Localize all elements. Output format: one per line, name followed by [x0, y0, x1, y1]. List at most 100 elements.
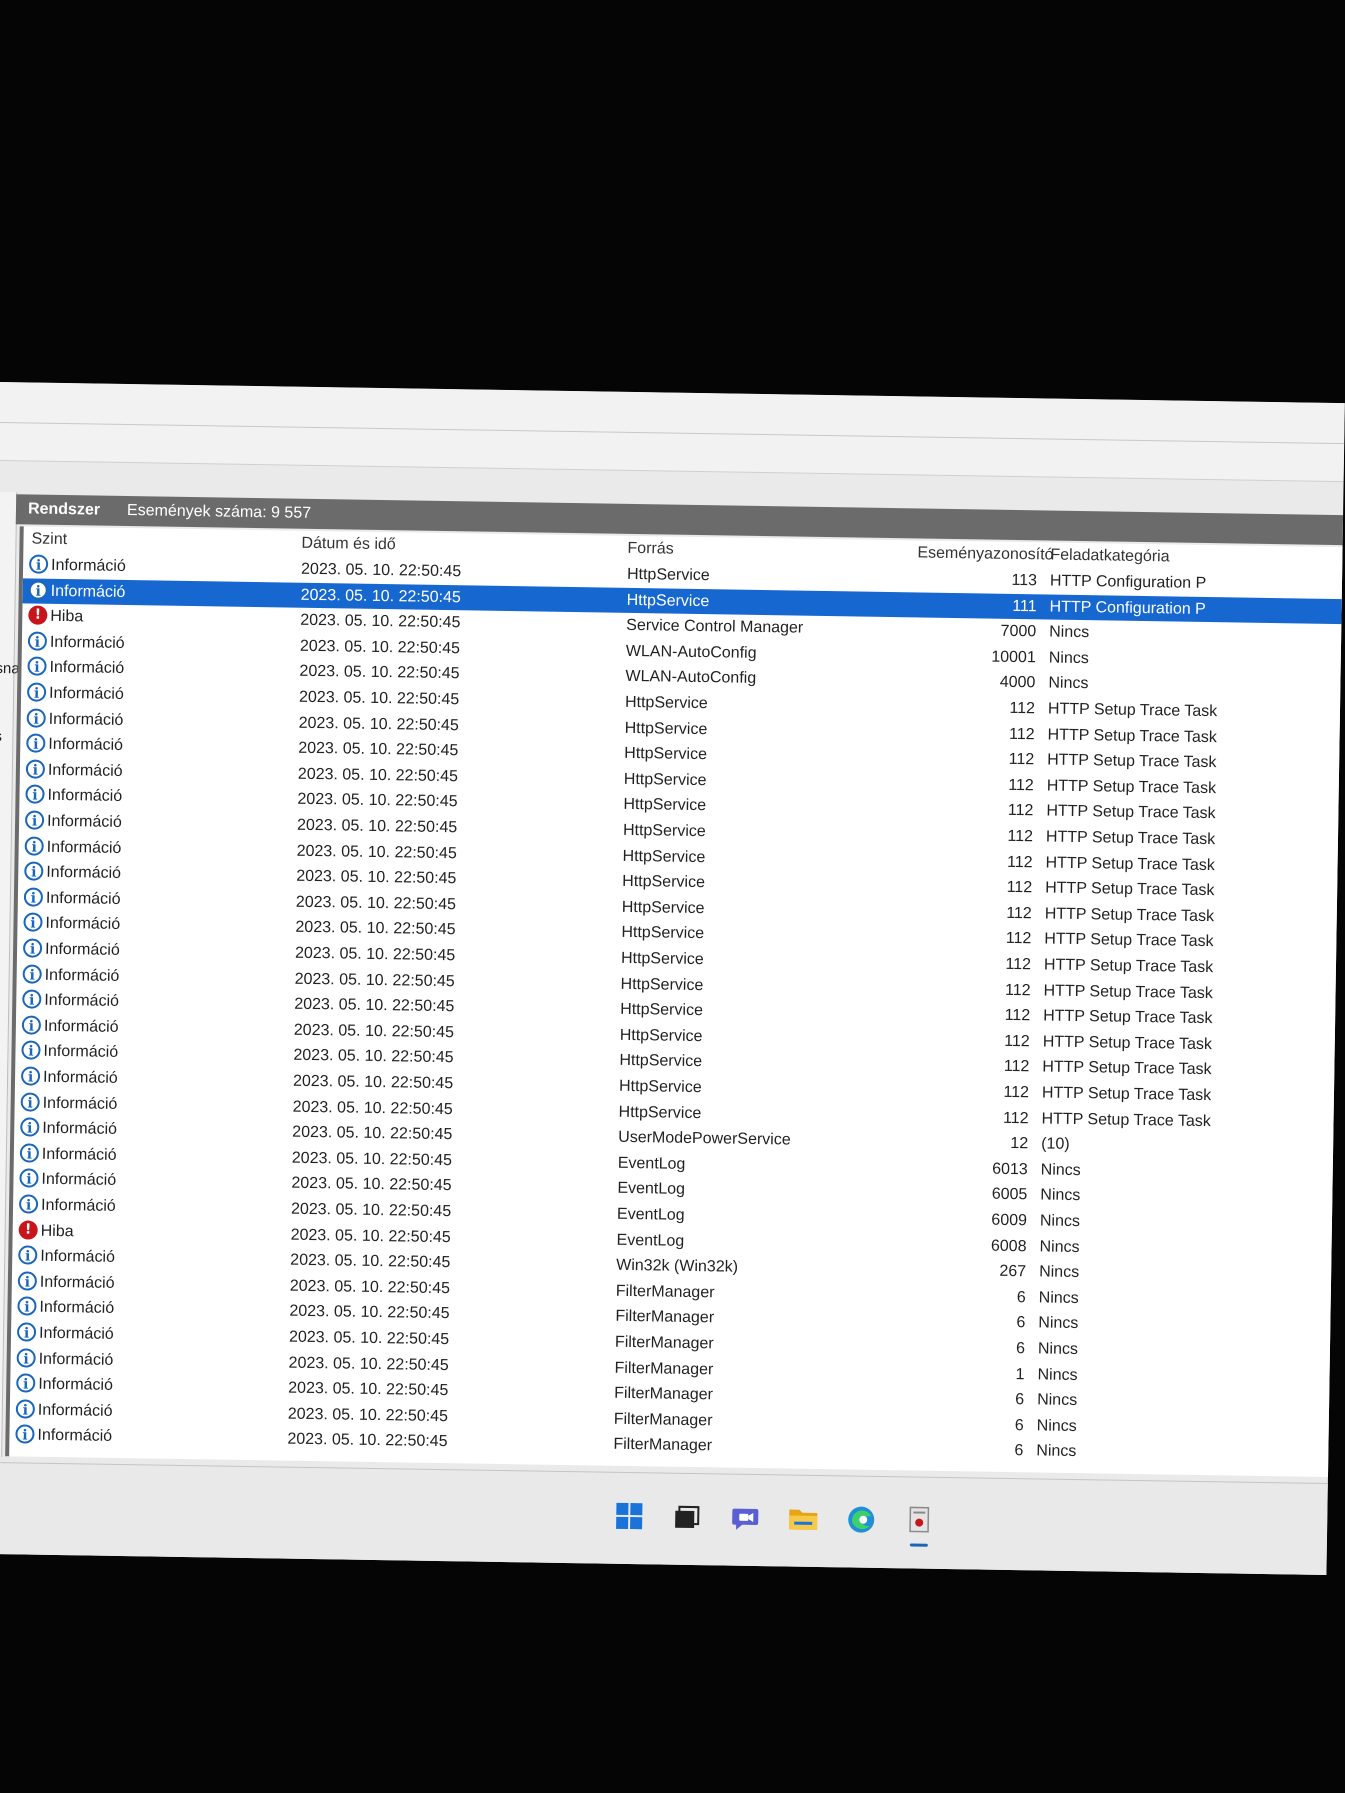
level-cell: Információ: [48, 710, 124, 729]
source-cell: WLAN-AutoConfig: [625, 642, 757, 662]
level-cell: Hiba: [40, 1222, 74, 1240]
level-cell: Információ: [49, 633, 125, 652]
date-cell: 2023. 05. 10. 22:50:45: [293, 1021, 455, 1042]
edge-browser-icon[interactable]: [844, 1502, 879, 1537]
source-cell: HttpService: [618, 1077, 702, 1097]
source-cell: HttpService: [621, 898, 705, 917]
date-cell: 2023. 05. 10. 22:50:45: [297, 791, 458, 811]
source-cell: Win32k (Win32k): [616, 1256, 739, 1276]
screen: sna s Rendszer Események száma: 9 557 Sz…: [0, 382, 1345, 1575]
info-icon: i: [17, 1296, 37, 1317]
start-icon[interactable]: [612, 1499, 647, 1534]
category-cell: Nincs: [1039, 1238, 1080, 1256]
level-cell: Információ: [43, 1017, 119, 1036]
column-header-source[interactable]: Forrás: [627, 540, 673, 559]
file-explorer-icon[interactable]: [786, 1501, 821, 1536]
info-icon: i: [21, 1015, 42, 1035]
event-viewer-icon[interactable]: [902, 1503, 937, 1547]
event-count: Események száma: 9 557: [126, 502, 312, 522]
date-cell: 2023. 05. 10. 22:50:45: [295, 919, 456, 939]
category-cell: HTTP Setup Trace Task: [1044, 930, 1214, 951]
info-icon: i: [20, 1092, 40, 1112]
level-cell: Információ: [37, 1401, 113, 1420]
level-cell: Információ: [48, 684, 124, 703]
level-cell: Információ: [41, 1145, 117, 1164]
source-cell: HttpService: [626, 565, 710, 585]
date-cell: 2023. 05. 10. 22:50:45: [296, 867, 457, 888]
level-cell: Információ: [38, 1324, 114, 1343]
category-cell: Nincs: [1049, 623, 1090, 642]
info-icon: i: [26, 682, 47, 702]
info-icon: i: [22, 938, 43, 958]
column-header-event-id[interactable]: Eseményazonosító: [917, 544, 1053, 564]
date-cell: 2023. 05. 10. 22:50:45: [299, 663, 460, 683]
source-cell: Service Control Manager: [626, 617, 804, 637]
category-cell: HTTP Configuration P: [1049, 598, 1206, 618]
level-cell: Információ: [44, 940, 120, 959]
source-cell: EventLog: [616, 1231, 685, 1250]
category-cell: Nincs: [1037, 1340, 1079, 1359]
category-cell: HTTP Setup Trace Task: [1041, 1110, 1211, 1130]
event-id-cell: 7000: [1000, 622, 1037, 641]
chat-icon[interactable]: [728, 1501, 763, 1536]
level-cell: Információ: [42, 1068, 118, 1087]
info-icon: i: [19, 1168, 39, 1189]
event-id-cell: 112: [1002, 1109, 1029, 1127]
column-header-category[interactable]: Feladatkategória: [1050, 547, 1169, 567]
info-icon: i: [21, 1040, 41, 1061]
date-cell: 2023. 05. 10. 22:50:45: [290, 1226, 451, 1246]
event-id-cell: 267: [999, 1262, 1027, 1281]
date-cell: 2023. 05. 10. 22:50:45: [294, 944, 456, 965]
source-cell: HttpService: [626, 591, 710, 610]
level-cell: Információ: [39, 1273, 115, 1292]
date-cell: 2023. 05. 10. 22:50:45: [291, 1149, 453, 1169]
category-cell: Nincs: [1038, 1314, 1079, 1333]
event-id-cell: 1: [1015, 1365, 1025, 1383]
level-cell: Hiba: [50, 608, 84, 626]
info-icon: i: [16, 1322, 37, 1342]
level-cell: Információ: [47, 761, 123, 780]
info-icon: i: [24, 861, 44, 881]
date-cell: 2023. 05. 10. 22:50:45: [292, 1123, 453, 1144]
category-cell: Nincs: [1040, 1186, 1081, 1205]
level-cell: Információ: [44, 991, 120, 1011]
event-id-cell: 6: [1014, 1416, 1024, 1435]
source-cell: FilterManager: [615, 1308, 715, 1327]
event-id-cell: 6: [1014, 1442, 1024, 1460]
event-id-cell: 6: [1016, 1288, 1026, 1307]
date-cell: 2023. 05. 10. 22:50:45: [289, 1277, 451, 1297]
level-cell: Információ: [46, 863, 122, 883]
date-cell: 2023. 05. 10. 22:50:45: [289, 1303, 450, 1323]
category-cell: HTTP Setup Trace Task: [1043, 982, 1213, 1002]
event-list[interactable]: Szint Dátum és idő Forrás Eseményazonosí…: [5, 526, 1345, 1478]
source-cell: HttpService: [621, 924, 705, 943]
date-cell: 2023. 05. 10. 22:50:45: [288, 1379, 449, 1400]
category-cell: HTTP Setup Trace Task: [1046, 777, 1217, 797]
date-cell: 2023. 05. 10. 22:50:45: [292, 1072, 454, 1093]
event-id-cell: 112: [1004, 1032, 1030, 1051]
info-icon: i: [25, 784, 45, 805]
nav-text-fragment[interactable]: s: [0, 728, 2, 745]
event-id-cell: 6005: [991, 1186, 1028, 1204]
category-cell: HTTP Setup Trace Task: [1042, 1033, 1213, 1053]
column-header-date[interactable]: Dátum és idő: [301, 535, 396, 554]
level-cell: Információ: [38, 1375, 114, 1395]
info-icon: i: [26, 733, 46, 753]
task-view-icon[interactable]: [670, 1500, 705, 1535]
date-cell: 2023. 05. 10. 22:50:45: [292, 1098, 453, 1118]
event-id-cell: 6: [1015, 1340, 1026, 1358]
level-cell: Információ: [43, 1043, 119, 1062]
level-cell: Információ: [50, 556, 126, 575]
source-cell: HttpService: [620, 949, 704, 969]
date-cell: 2023. 05. 10. 22:50:45: [295, 893, 457, 914]
source-cell: HttpService: [624, 693, 708, 713]
event-id-cell: 112: [1003, 1058, 1030, 1076]
source-cell: HttpService: [622, 821, 706, 841]
date-cell: 2023. 05. 10. 22:50:45: [291, 1175, 452, 1195]
date-cell: 2023. 05. 10. 22:50:45: [288, 1328, 450, 1349]
event-id-cell: 112: [1008, 725, 1035, 743]
column-header-level[interactable]: Szint: [31, 531, 67, 550]
level-cell: Információ: [41, 1171, 117, 1190]
info-icon: i: [27, 631, 48, 651]
info-icon: i: [27, 656, 47, 677]
